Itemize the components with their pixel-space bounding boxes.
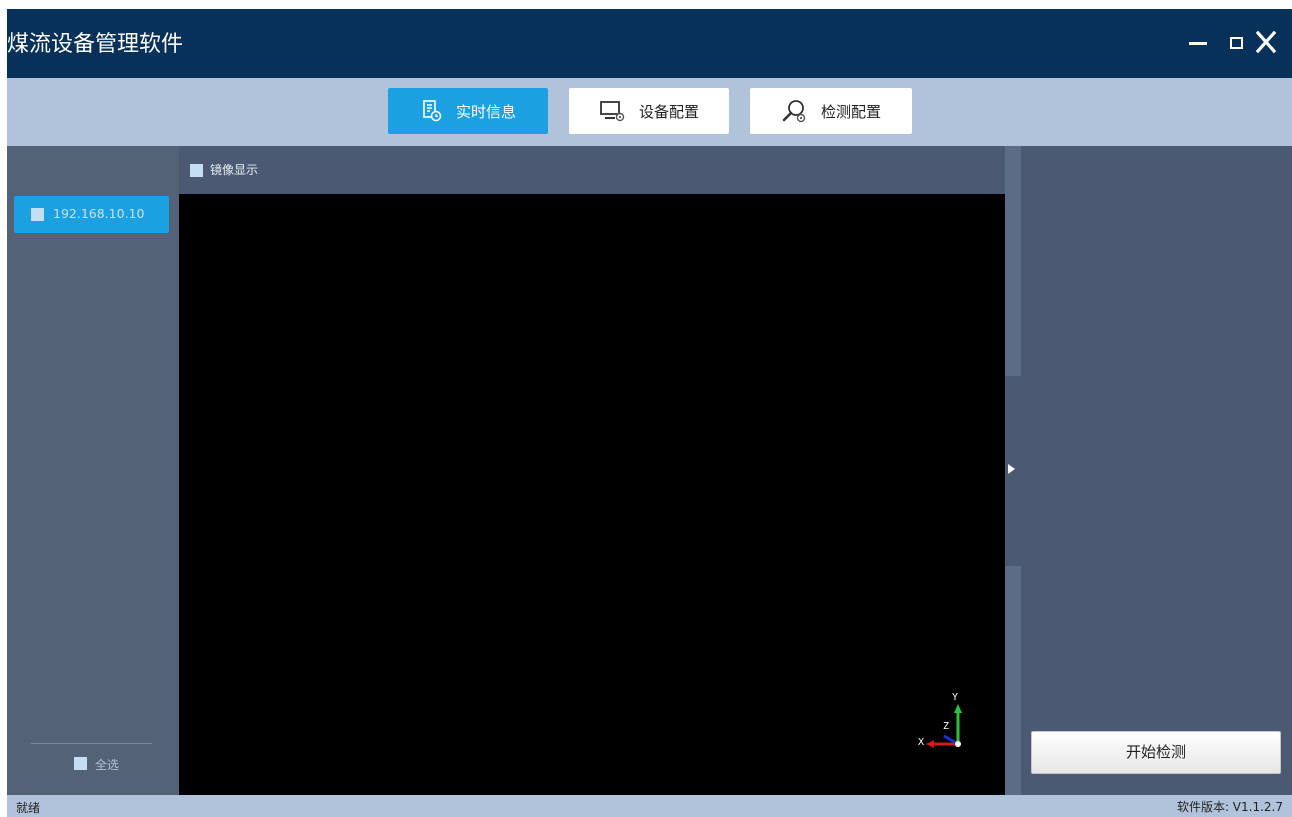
device-checkbox[interactable]: [31, 208, 44, 221]
close-button[interactable]: [1251, 27, 1281, 57]
title-bar: 煤流设备管理软件: [7, 9, 1292, 78]
tab-device-config[interactable]: 设备配置: [569, 88, 729, 134]
main-toolbar: 实时信息 设备配置 检测配置: [7, 78, 1292, 146]
maximize-icon: [1230, 37, 1243, 49]
magnifier-gear-icon: [782, 100, 806, 123]
mirror-display-label: 镜像显示: [210, 163, 259, 177]
splitter-lower-track: [1005, 566, 1021, 795]
tab-realtime-info[interactable]: 实时信息: [388, 88, 548, 134]
splitter-upper-track: [1005, 146, 1021, 376]
maximize-button[interactable]: [1221, 27, 1251, 57]
monitor-gear-icon: [600, 101, 625, 122]
minimize-button[interactable]: [1183, 27, 1213, 57]
version-label: 软件版本: V1.1.2.7: [1176, 800, 1283, 814]
select-all-toggle[interactable]: 全选: [72, 753, 152, 775]
axis-z-label: Z: [943, 721, 949, 732]
axis-x-label: X: [918, 737, 924, 748]
status-bar: 就绪 软件版本: V1.1.2.7: [7, 795, 1292, 817]
panel-splitter[interactable]: [1005, 146, 1021, 795]
control-panel: 开始检测: [1021, 146, 1292, 795]
tab-label: 设备配置: [638, 102, 699, 121]
select-all-label: 全选: [95, 758, 120, 772]
tab-label: 实时信息: [455, 102, 516, 121]
start-detection-button[interactable]: 开始检测: [1031, 731, 1281, 774]
report-clock-icon: [423, 100, 442, 122]
app-window: 煤流设备管理软件 实时信息 设备配置 检测配置 192.168.10.10 全选…: [7, 9, 1292, 817]
axis-y-label: Y: [952, 692, 958, 703]
device-ip-label: 192.168.10.10: [53, 206, 145, 221]
point-cloud-viewport[interactable]: Y Z X: [179, 194, 1005, 795]
mirror-display-checkbox[interactable]: [190, 164, 203, 177]
tab-label: 检测配置: [820, 102, 881, 121]
expand-arrow-icon[interactable]: [1008, 464, 1015, 474]
device-list-panel: 192.168.10.10 全选: [7, 146, 179, 795]
minimize-icon: [1189, 42, 1207, 45]
device-list-item[interactable]: 192.168.10.10: [14, 196, 169, 233]
close-icon: [1255, 30, 1277, 54]
viewer-header: 镜像显示: [179, 146, 1005, 194]
app-title: 煤流设备管理软件: [7, 32, 184, 57]
tab-detection-config[interactable]: 检测配置: [750, 88, 912, 134]
status-text: 就绪: [16, 801, 41, 815]
select-all-checkbox[interactable]: [74, 757, 87, 770]
axes-gizmo-icon: Y Z X: [918, 692, 962, 748]
divider: [31, 743, 152, 744]
